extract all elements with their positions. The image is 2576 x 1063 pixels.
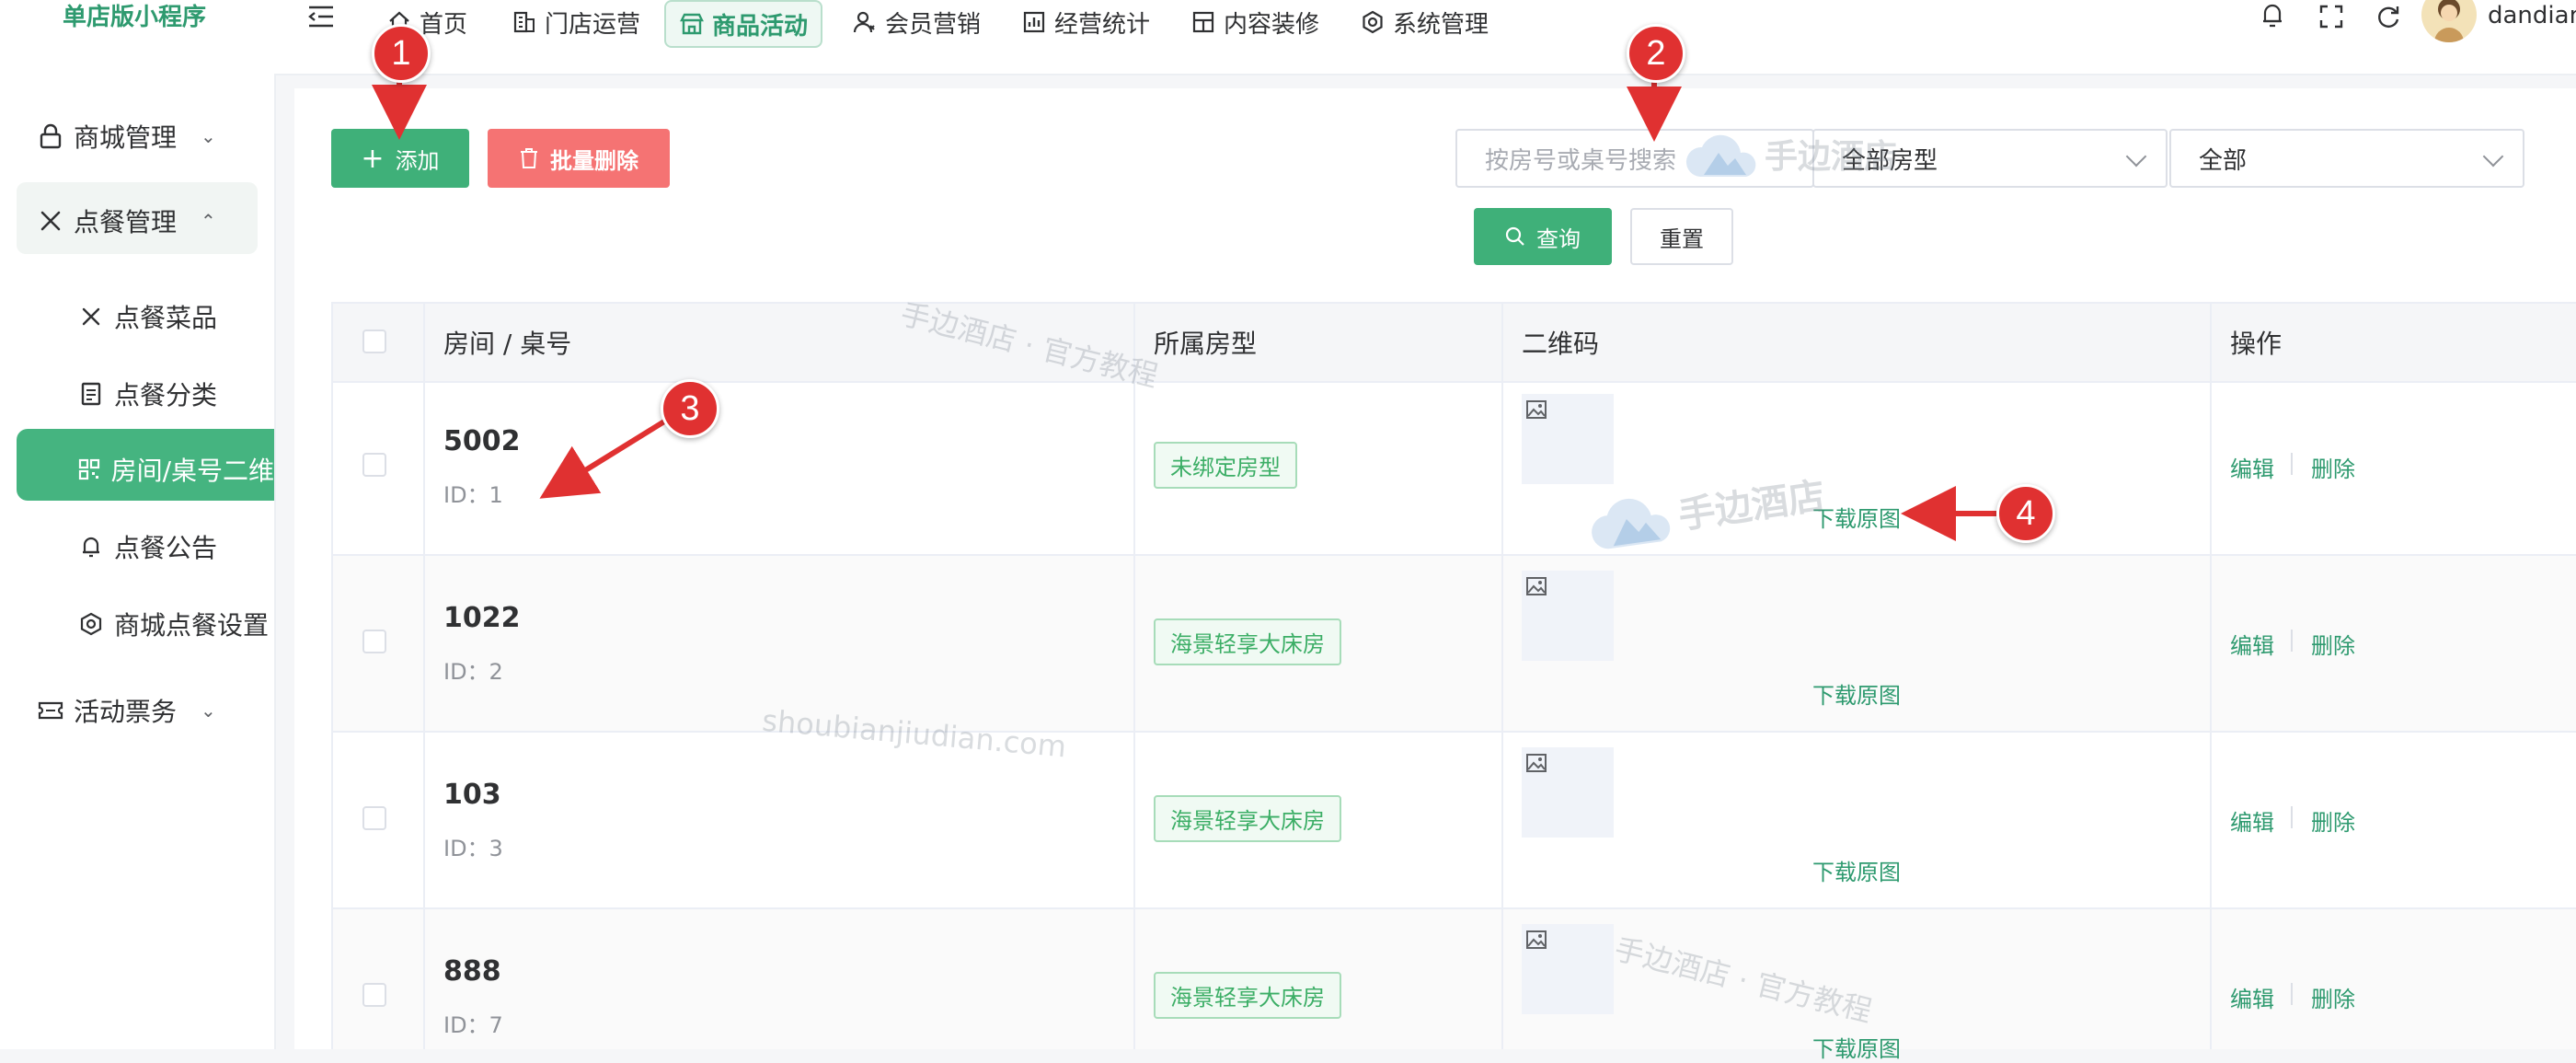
annotation-marker: 2 xyxy=(1627,24,1685,83)
annotation-marker: 3 xyxy=(661,379,719,438)
annotation-marker: 4 xyxy=(1996,484,2055,543)
annotation-marker: 1 xyxy=(372,24,431,83)
annotation-arrows xyxy=(372,79,1996,541)
annotation-arrow xyxy=(539,419,666,499)
